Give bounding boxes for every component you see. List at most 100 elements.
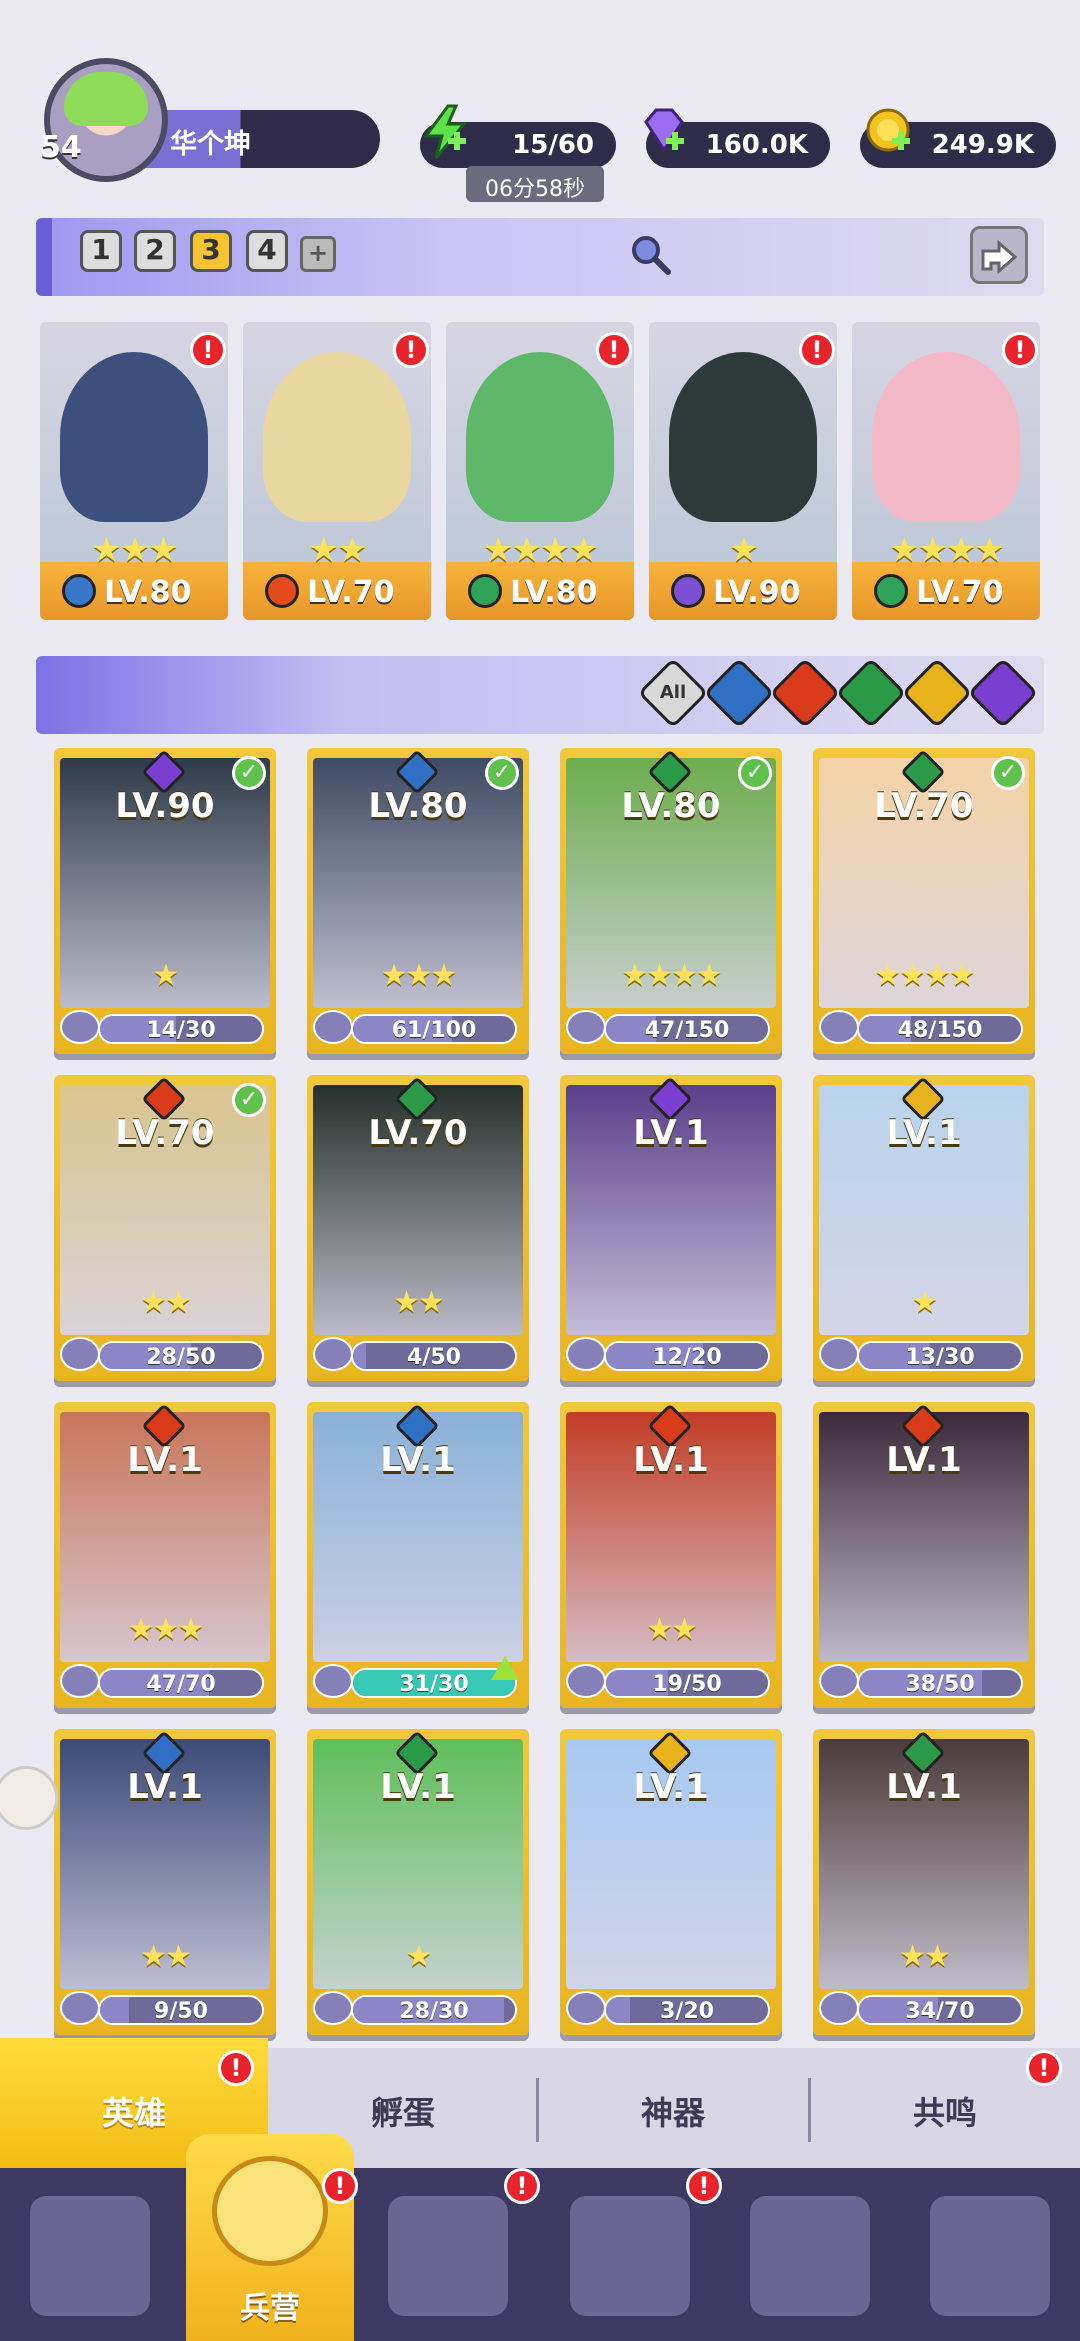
hero-card[interactable]: LV.80 ★★★★ 47/150 ✓	[560, 748, 782, 1054]
hero-card[interactable]: LV.1 ★★ 34/70	[813, 1729, 1035, 2035]
shard-progress-bar: 19/50	[604, 1668, 770, 1698]
shard-progress-bar: 28/30	[351, 1995, 517, 2025]
hero-level: LV.70	[115, 1113, 215, 1153]
team-hero-card[interactable]: ★ LV.90	[649, 322, 837, 620]
hero-card[interactable]: LV.1 ★★ 9/50	[54, 1729, 276, 2035]
team-hero-alert-badge: !	[1002, 332, 1038, 368]
shard-progress-text: 3/20	[660, 1999, 714, 2024]
element-dark-icon	[671, 574, 705, 608]
team-hero-alert-badge: !	[596, 332, 632, 368]
in-team-check-icon: ✓	[232, 1083, 266, 1117]
hero-card[interactable]: LV.1 ★★ 19/50	[560, 1402, 782, 1708]
hero-card[interactable]: LV.1 12/20	[560, 1075, 782, 1381]
barracks-alert-badge: !	[322, 2168, 358, 2204]
hero-level: LV.1	[127, 1440, 203, 1480]
shard-progress-bar: 38/50	[857, 1668, 1023, 1698]
hero-level: LV.1	[886, 1113, 962, 1153]
hero-card[interactable]: LV.1 38/50	[813, 1402, 1035, 1708]
shard-progress-text: 14/30	[146, 1018, 216, 1043]
team-tab-4[interactable]: 4	[246, 230, 288, 272]
shard-progress-bar: 48/150	[857, 1014, 1023, 1044]
element-wood-icon	[468, 574, 502, 608]
team-hero-card[interactable]: ★★ LV.70	[243, 322, 431, 620]
energy-bolt-icon[interactable]	[418, 104, 474, 160]
star-rating: ★★★	[380, 958, 458, 993]
shard-icon	[566, 1664, 606, 1698]
shard-progress-text: 28/30	[399, 1999, 469, 2024]
hero-level: LV.70	[874, 786, 974, 826]
hero-card[interactable]: LV.80 ★★★ 61/100 ✓	[307, 748, 529, 1054]
star-rating: ★★	[140, 1939, 192, 1974]
shard-progress-bar: 3/20	[604, 1995, 770, 2025]
nav-banner-icon[interactable]	[930, 2196, 1050, 2316]
star-rating: ★	[405, 1939, 433, 1974]
team-hero-alert-badge: !	[393, 332, 429, 368]
team-tab-3[interactable]: 3	[190, 230, 232, 272]
shard-icon	[819, 1010, 859, 1044]
nav-cards-icon[interactable]	[30, 2196, 150, 2316]
shard-progress-text: 47/70	[146, 1672, 216, 1697]
shard-progress-text: 9/50	[154, 1999, 208, 2024]
shard-progress-text: 19/50	[652, 1672, 722, 1697]
nav-mushroom-icon[interactable]	[750, 2196, 870, 2316]
nav-castle-icon[interactable]	[570, 2196, 690, 2316]
shard-progress-bar: 4/50	[351, 1341, 517, 1371]
team-tab-1[interactable]: 1	[80, 230, 122, 272]
hero-card[interactable]: LV.1 ★★★ 47/70	[54, 1402, 276, 1708]
avatar-hair	[64, 72, 148, 126]
in-team-check-icon: ✓	[485, 756, 519, 790]
hero-card[interactable]: LV.70 ★★ 28/50 ✓	[54, 1075, 276, 1381]
star-rating: ★★★	[127, 1612, 205, 1647]
hero-card[interactable]: LV.70 ★★ 4/50	[307, 1075, 529, 1381]
shard-icon	[566, 1010, 606, 1044]
hero-card[interactable]: LV.1 ★ 28/30	[307, 1729, 529, 2035]
energy-timer: 06分58秒	[466, 166, 604, 202]
shard-icon	[313, 1010, 353, 1044]
shard-progress-text: 34/70	[905, 1999, 975, 2024]
search-icon[interactable]	[628, 232, 672, 276]
hero-card[interactable]: LV.90 ★ 14/30 ✓	[54, 748, 276, 1054]
shard-icon	[819, 1337, 859, 1371]
share-button[interactable]	[970, 226, 1028, 284]
upgrade-arrow-icon[interactable]	[491, 1656, 519, 1680]
gem-icon[interactable]	[636, 104, 692, 160]
shard-icon	[60, 1991, 100, 2025]
hero-level: LV.1	[886, 1767, 962, 1807]
hero-portrait	[60, 352, 208, 522]
star-rating: ★	[728, 530, 759, 570]
nav-book-icon[interactable]	[388, 2196, 508, 2316]
castle-alert-badge: !	[686, 2168, 722, 2204]
hero-portrait	[263, 352, 411, 522]
gold-coin-icon[interactable]	[862, 104, 918, 160]
shard-icon	[566, 1991, 606, 2025]
team-hero-card[interactable]: ★★★★ LV.80	[446, 322, 634, 620]
shard-icon	[819, 1991, 859, 2025]
side-shortcut-avatar[interactable]	[0, 1766, 58, 1830]
hero-card[interactable]: LV.70 ★★★★ 48/150 ✓	[813, 748, 1035, 1054]
share-arrow-icon	[981, 239, 1018, 275]
shard-progress-bar: 9/50	[98, 1995, 264, 2025]
hero-portrait	[466, 352, 614, 522]
hero-level: LV.70	[916, 575, 1004, 610]
team-hero-card[interactable]: ★★★★ LV.70	[852, 322, 1040, 620]
shard-progress-text: 12/20	[652, 1345, 722, 1370]
team-tab-2[interactable]: 2	[134, 230, 176, 272]
team-add-button[interactable]: +	[300, 236, 336, 272]
shard-progress-bar: 12/20	[604, 1341, 770, 1371]
shard-progress-text: 61/100	[391, 1018, 477, 1043]
tab-artifacts[interactable]: 神器	[538, 2048, 808, 2168]
shard-progress-text: 38/50	[905, 1672, 975, 1697]
hero-portrait	[669, 352, 817, 522]
nav-barracks[interactable]: 兵营	[186, 2134, 354, 2341]
star-rating: ★★	[393, 1285, 445, 1320]
hero-card[interactable]: LV.1 3/20	[560, 1729, 782, 2035]
hero-card[interactable]: LV.1 ★ 13/30	[813, 1075, 1035, 1381]
hero-card[interactable]: LV.1 31/30	[307, 1402, 529, 1708]
team-hero-card[interactable]: ★★★ LV.80	[40, 322, 228, 620]
bottom-nav-bar	[0, 2168, 1080, 2341]
shard-progress-bar: 47/150	[604, 1014, 770, 1044]
shard-progress-text: 47/150	[644, 1018, 730, 1043]
star-rating: ★★	[899, 1939, 951, 1974]
hero-level: LV.70	[368, 1113, 468, 1153]
resonance-alert-badge: !	[1026, 2050, 1062, 2086]
